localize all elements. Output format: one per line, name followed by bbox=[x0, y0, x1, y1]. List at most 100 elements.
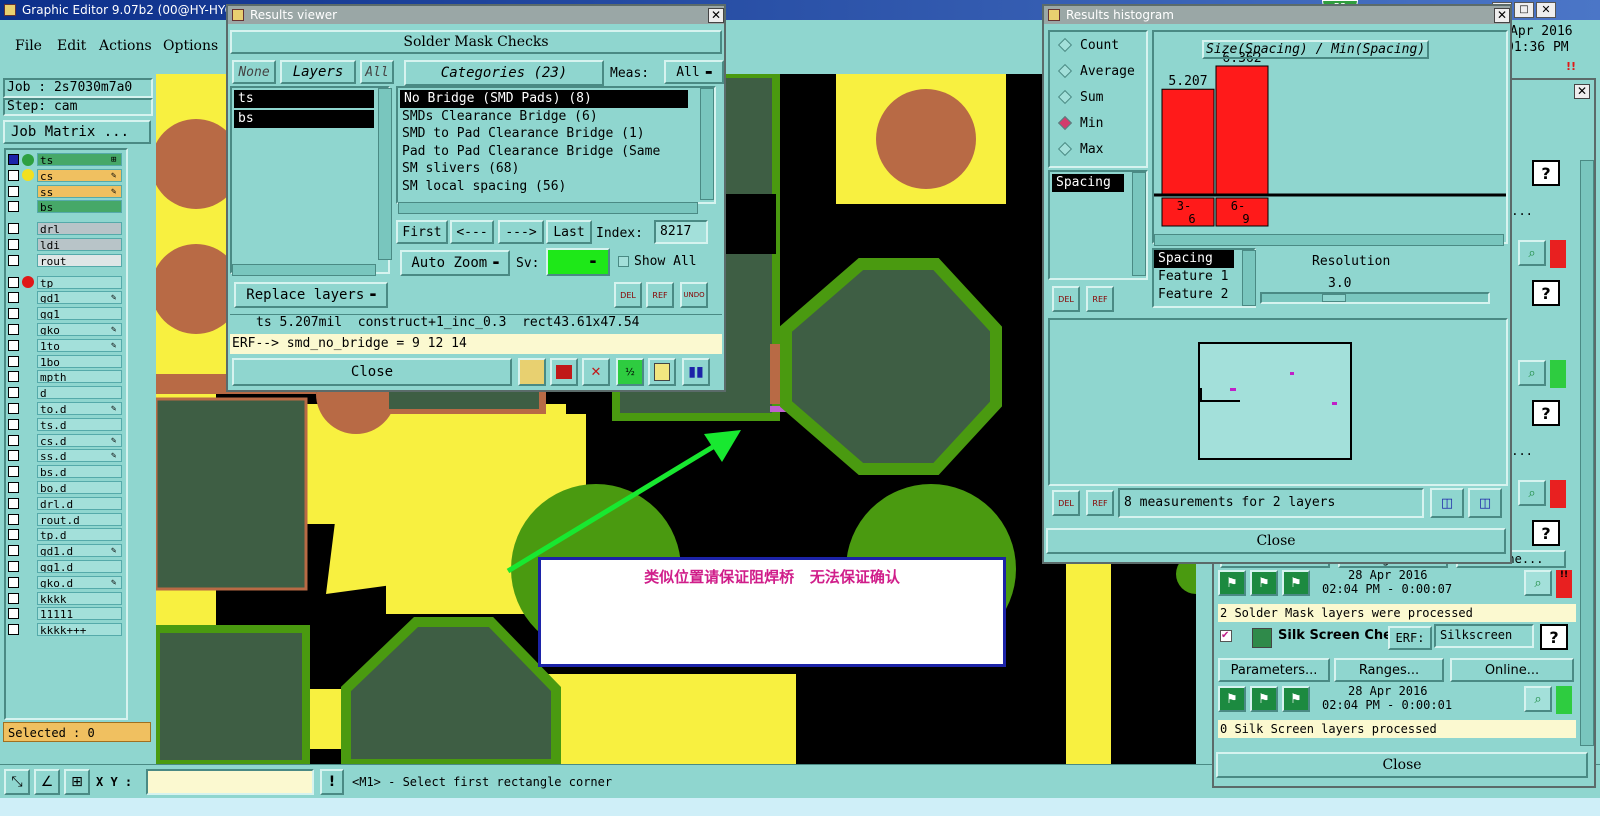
online-button[interactable]: Online... bbox=[1450, 658, 1574, 682]
field-scrollbar[interactable] bbox=[1242, 250, 1256, 306]
layer-row[interactable]: cs.d ✎ bbox=[8, 433, 122, 448]
field-spacing[interactable]: Spacing bbox=[1154, 250, 1234, 268]
menu-options[interactable]: Options bbox=[163, 38, 218, 54]
zoom-result-icon[interactable]: ⌕ bbox=[1524, 686, 1552, 712]
layer-row[interactable]: bs bbox=[8, 199, 122, 214]
layer-color-dot-icon[interactable] bbox=[22, 223, 34, 235]
none-button[interactable]: None bbox=[232, 60, 276, 84]
layer-row[interactable]: ldi bbox=[8, 237, 122, 252]
parameters-button[interactable]: Parameters... bbox=[1218, 658, 1330, 682]
histogram-close-x[interactable]: ✕ bbox=[1494, 8, 1510, 23]
layers-hscrollbar[interactable] bbox=[232, 264, 376, 276]
layer-color-dot-icon[interactable] bbox=[22, 371, 34, 383]
layer-color-dot-icon[interactable] bbox=[22, 450, 34, 462]
category-item[interactable]: SM local spacing (56) bbox=[398, 178, 714, 196]
layer-color-dot-icon[interactable] bbox=[22, 608, 34, 620]
next-button[interactable]: ---> bbox=[498, 220, 544, 244]
field-feature-2[interactable]: Feature 2 bbox=[1154, 286, 1254, 304]
xy-input[interactable] bbox=[146, 769, 314, 795]
zoom-result-icon[interactable]: ⌕ bbox=[1518, 360, 1546, 386]
index-input[interactable]: 8217 bbox=[654, 220, 708, 244]
grid-snap-icon[interactable]: ⊞ bbox=[64, 769, 90, 795]
layer-checkbox[interactable] bbox=[8, 450, 19, 462]
layer-color-dot-icon[interactable] bbox=[22, 324, 34, 336]
categories-listbox[interactable]: No Bridge (SMD Pads) (8) SMDs Clearance B… bbox=[396, 86, 716, 204]
layer-color-dot-icon[interactable] bbox=[22, 576, 34, 588]
del-icon[interactable]: DEL bbox=[614, 282, 642, 308]
warning-icon[interactable]: ! bbox=[320, 769, 344, 795]
histogram-close-button[interactable]: Close bbox=[1046, 528, 1506, 554]
layer-row[interactable]: ts.d bbox=[8, 417, 122, 432]
layer-row[interactable]: drl bbox=[8, 221, 122, 236]
layer-color-dot-icon[interactable] bbox=[22, 592, 34, 604]
checklist-close-x[interactable]: ✕ bbox=[1574, 84, 1590, 99]
layer-checkbox[interactable] bbox=[8, 608, 19, 620]
layer-row[interactable]: 1bo bbox=[8, 354, 122, 369]
spacing-list-item[interactable]: Spacing bbox=[1052, 174, 1124, 192]
layer-color-dot-icon[interactable] bbox=[22, 545, 34, 557]
run-check-icon[interactable]: ⚑ bbox=[1282, 686, 1310, 712]
meas-select[interactable]: All ▬ bbox=[664, 60, 724, 84]
layer-checkbox[interactable] bbox=[8, 561, 19, 572]
layer-color-dot-icon[interactable] bbox=[22, 434, 34, 446]
layer-row[interactable]: gd1 ✎ bbox=[8, 290, 122, 305]
layer-checkbox[interactable] bbox=[8, 482, 19, 493]
layer-color-dot-icon[interactable] bbox=[22, 529, 34, 541]
layer-list-item-bs[interactable]: bs bbox=[234, 110, 374, 128]
stat-option-min[interactable]: Min bbox=[1050, 110, 1146, 136]
stat-option-count[interactable]: Count bbox=[1050, 32, 1146, 58]
layer-checkbox[interactable] bbox=[8, 529, 19, 541]
stat-option-max[interactable]: Max bbox=[1050, 136, 1146, 162]
hist-del-icon[interactable]: DEL bbox=[1052, 286, 1080, 312]
histogram-bar[interactable] bbox=[1215, 65, 1269, 195]
layer-row[interactable]: ss ✎ bbox=[8, 184, 122, 199]
resolution-slider[interactable] bbox=[1260, 292, 1490, 304]
layer-checkbox[interactable] bbox=[8, 403, 19, 414]
histogram-hscrollbar[interactable] bbox=[1154, 234, 1504, 246]
layers-scrollbar[interactable] bbox=[378, 88, 392, 260]
layer-color-dot-icon[interactable] bbox=[22, 276, 34, 289]
layer-checkbox[interactable] bbox=[8, 201, 19, 213]
layer-row[interactable]: bo.d bbox=[8, 480, 122, 495]
run-check-icon[interactable]: ⚑ bbox=[1282, 570, 1310, 596]
layer-checkbox[interactable] bbox=[8, 466, 19, 478]
layer-checkbox[interactable] bbox=[8, 371, 19, 383]
clear-icon[interactable]: ✕ bbox=[582, 358, 610, 386]
layer-row[interactable]: gko ✎ bbox=[8, 322, 122, 337]
radio-diamond-icon[interactable] bbox=[1057, 89, 1073, 105]
ranges-button[interactable]: Ranges... bbox=[1334, 658, 1444, 682]
categories-button[interactable]: Categories (23) bbox=[404, 60, 604, 86]
zoom-result-icon[interactable]: ⌕ bbox=[1518, 480, 1546, 506]
layer-row[interactable]: kkkk+++ bbox=[8, 622, 122, 637]
layer-color-dot-icon[interactable] bbox=[22, 355, 34, 367]
layer-checkbox[interactable] bbox=[8, 185, 19, 197]
menu-actions[interactable]: Actions bbox=[99, 38, 152, 54]
layer-color-dot-icon[interactable] bbox=[22, 561, 34, 573]
menu-file[interactable]: File bbox=[15, 38, 42, 54]
layer-checkbox[interactable] bbox=[8, 324, 19, 335]
close-window-button[interactable]: ✕ bbox=[1536, 2, 1556, 18]
layer-checkbox[interactable] bbox=[8, 254, 19, 266]
results-viewer-close-button[interactable]: Close bbox=[232, 358, 512, 386]
layer-color-dot-icon[interactable] bbox=[22, 466, 34, 478]
radio-diamond-icon[interactable] bbox=[1057, 37, 1073, 53]
layer-row[interactable]: 1to ✎ bbox=[8, 338, 122, 353]
ref-icon[interactable]: REF bbox=[646, 282, 674, 308]
sv-color-select[interactable]: ▬ bbox=[546, 248, 610, 276]
layer-checkbox[interactable] bbox=[8, 239, 19, 250]
histogram-bar[interactable] bbox=[1161, 88, 1215, 195]
layer-row[interactable]: gg1 bbox=[8, 306, 122, 321]
layer-row[interactable]: 11111 bbox=[8, 606, 122, 621]
export-icon[interactable]: ◫ bbox=[1430, 488, 1464, 518]
layer-color-dot-icon[interactable] bbox=[22, 153, 34, 166]
stat-option-average[interactable]: Average bbox=[1050, 58, 1146, 84]
category-item[interactable]: SMD to Pad Clearance Bridge (1) bbox=[398, 125, 714, 143]
layer-row[interactable]: tp bbox=[8, 275, 122, 290]
zoom-result-icon[interactable]: ⌕ bbox=[1524, 570, 1552, 596]
layer-color-dot-icon[interactable] bbox=[22, 169, 34, 182]
layer-row[interactable]: kkkk bbox=[8, 591, 122, 606]
field-feature-1[interactable]: Feature 1 bbox=[1154, 268, 1254, 286]
layer-checkbox[interactable] bbox=[8, 169, 19, 181]
summary-ref-icon[interactable]: REF bbox=[1086, 490, 1114, 516]
layer-row[interactable]: drl.d bbox=[8, 496, 122, 511]
